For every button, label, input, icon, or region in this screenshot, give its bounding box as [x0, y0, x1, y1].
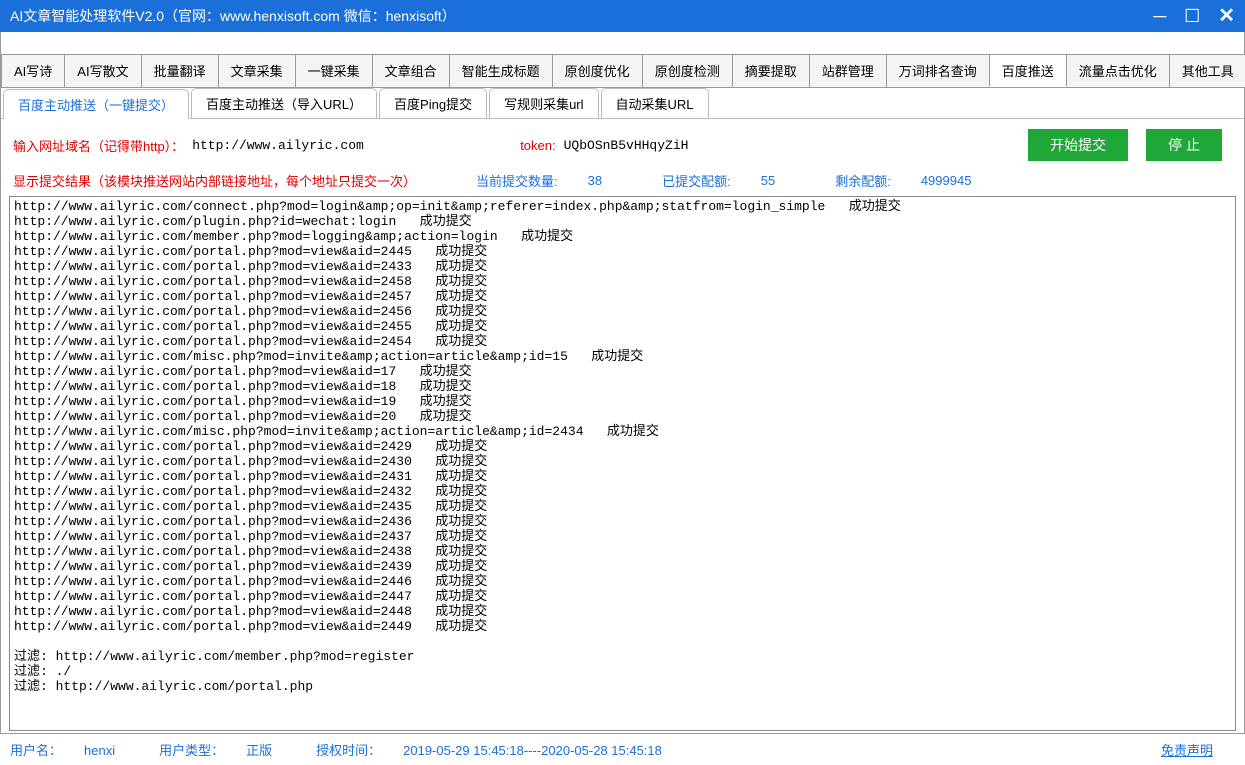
sub-tab-1[interactable]: 百度主动推送（导入URL） [191, 88, 377, 118]
disclaimer-link[interactable]: 免责声明 [1161, 740, 1213, 759]
url-label: 输入网址域名（记得带http）： [13, 136, 184, 155]
sub-tab-4[interactable]: 自动采集URL [601, 88, 709, 118]
main-tab-13[interactable]: 流量点击优化 [1066, 54, 1170, 87]
current-count-label: 当前提交数量: [476, 171, 558, 190]
url-input[interactable] [192, 138, 432, 153]
main-tab-9[interactable]: 摘要提取 [732, 54, 810, 87]
token-label: token: [520, 138, 555, 153]
start-submit-button[interactable]: 开始提交 [1028, 129, 1128, 161]
current-count-value: 38 [588, 173, 602, 188]
token-input[interactable] [564, 138, 724, 153]
authtime-field: 授权时间：2019-05-29 15:45:18----2020-05-28 1… [316, 740, 684, 759]
titlebar: AI文章智能处理软件V2.0（官网：www.henxisoft.com 微信：h… [0, 0, 1245, 32]
remain-quota-value: 4999945 [921, 173, 972, 188]
main-tab-4[interactable]: 一键采集 [295, 54, 373, 87]
main-tab-11[interactable]: 万词排名查询 [886, 54, 990, 87]
main-tab-10[interactable]: 站群管理 [809, 54, 887, 87]
usertype-field: 用户类型：正版 [159, 740, 294, 759]
sub-tab-0[interactable]: 百度主动推送（一键提交） [3, 89, 189, 119]
maximize-icon[interactable]: ☐ [1184, 7, 1200, 25]
main-tab-12[interactable]: 百度推送 [989, 54, 1067, 87]
sub-tab-2[interactable]: 百度Ping提交 [379, 88, 487, 118]
sub-tab-3[interactable]: 写规则采集url [489, 88, 598, 118]
footer: 用户名：henxi 用户类型：正版 授权时间：2019-05-29 15:45:… [0, 733, 1245, 765]
main-tab-5[interactable]: 文章组合 [372, 54, 450, 87]
log-panel[interactable]: http://www.ailyric.com/connect.php?mod=l… [9, 196, 1236, 731]
close-icon[interactable]: ✕ [1218, 6, 1235, 26]
username-field: 用户名：henxi [10, 740, 137, 759]
main-tab-3[interactable]: 文章采集 [218, 54, 296, 87]
input-row: 输入网址域名（记得带http）： token: 开始提交 停 止 [1, 119, 1244, 167]
window-title: AI文章智能处理软件V2.0（官网：www.henxisoft.com 微信：h… [10, 6, 1153, 26]
window-controls: ─ ☐ ✕ [1153, 6, 1235, 26]
submitted-quota-value: 55 [761, 173, 775, 188]
remain-quota-label: 剩余配额: [835, 171, 891, 190]
main-tab-1[interactable]: AI写散文 [64, 54, 141, 87]
main-tab-0[interactable]: AI写诗 [1, 54, 65, 87]
main-tab-14[interactable]: 其他工具 [1169, 54, 1245, 87]
result-label: 显示提交结果（该模块推送网站内部链接地址，每个地址只提交一次） [13, 171, 416, 190]
main-tab-7[interactable]: 原创度优化 [552, 54, 643, 87]
main-tab-6[interactable]: 智能生成标题 [449, 54, 553, 87]
submitted-quota-label: 已提交配额: [662, 171, 731, 190]
minimize-icon[interactable]: ─ [1153, 7, 1166, 25]
sub-tabs: 百度主动推送（一键提交）百度主动推送（导入URL）百度Ping提交写规则采集ur… [1, 88, 1244, 119]
main-tab-8[interactable]: 原创度检测 [642, 54, 733, 87]
stop-button[interactable]: 停 止 [1146, 129, 1222, 161]
main-tabs: AI写诗AI写散文批量翻译文章采集一键采集文章组合智能生成标题原创度优化原创度检… [1, 54, 1244, 88]
main-tab-2[interactable]: 批量翻译 [141, 54, 219, 87]
status-row: 显示提交结果（该模块推送网站内部链接地址，每个地址只提交一次） 当前提交数量: … [1, 167, 1244, 194]
